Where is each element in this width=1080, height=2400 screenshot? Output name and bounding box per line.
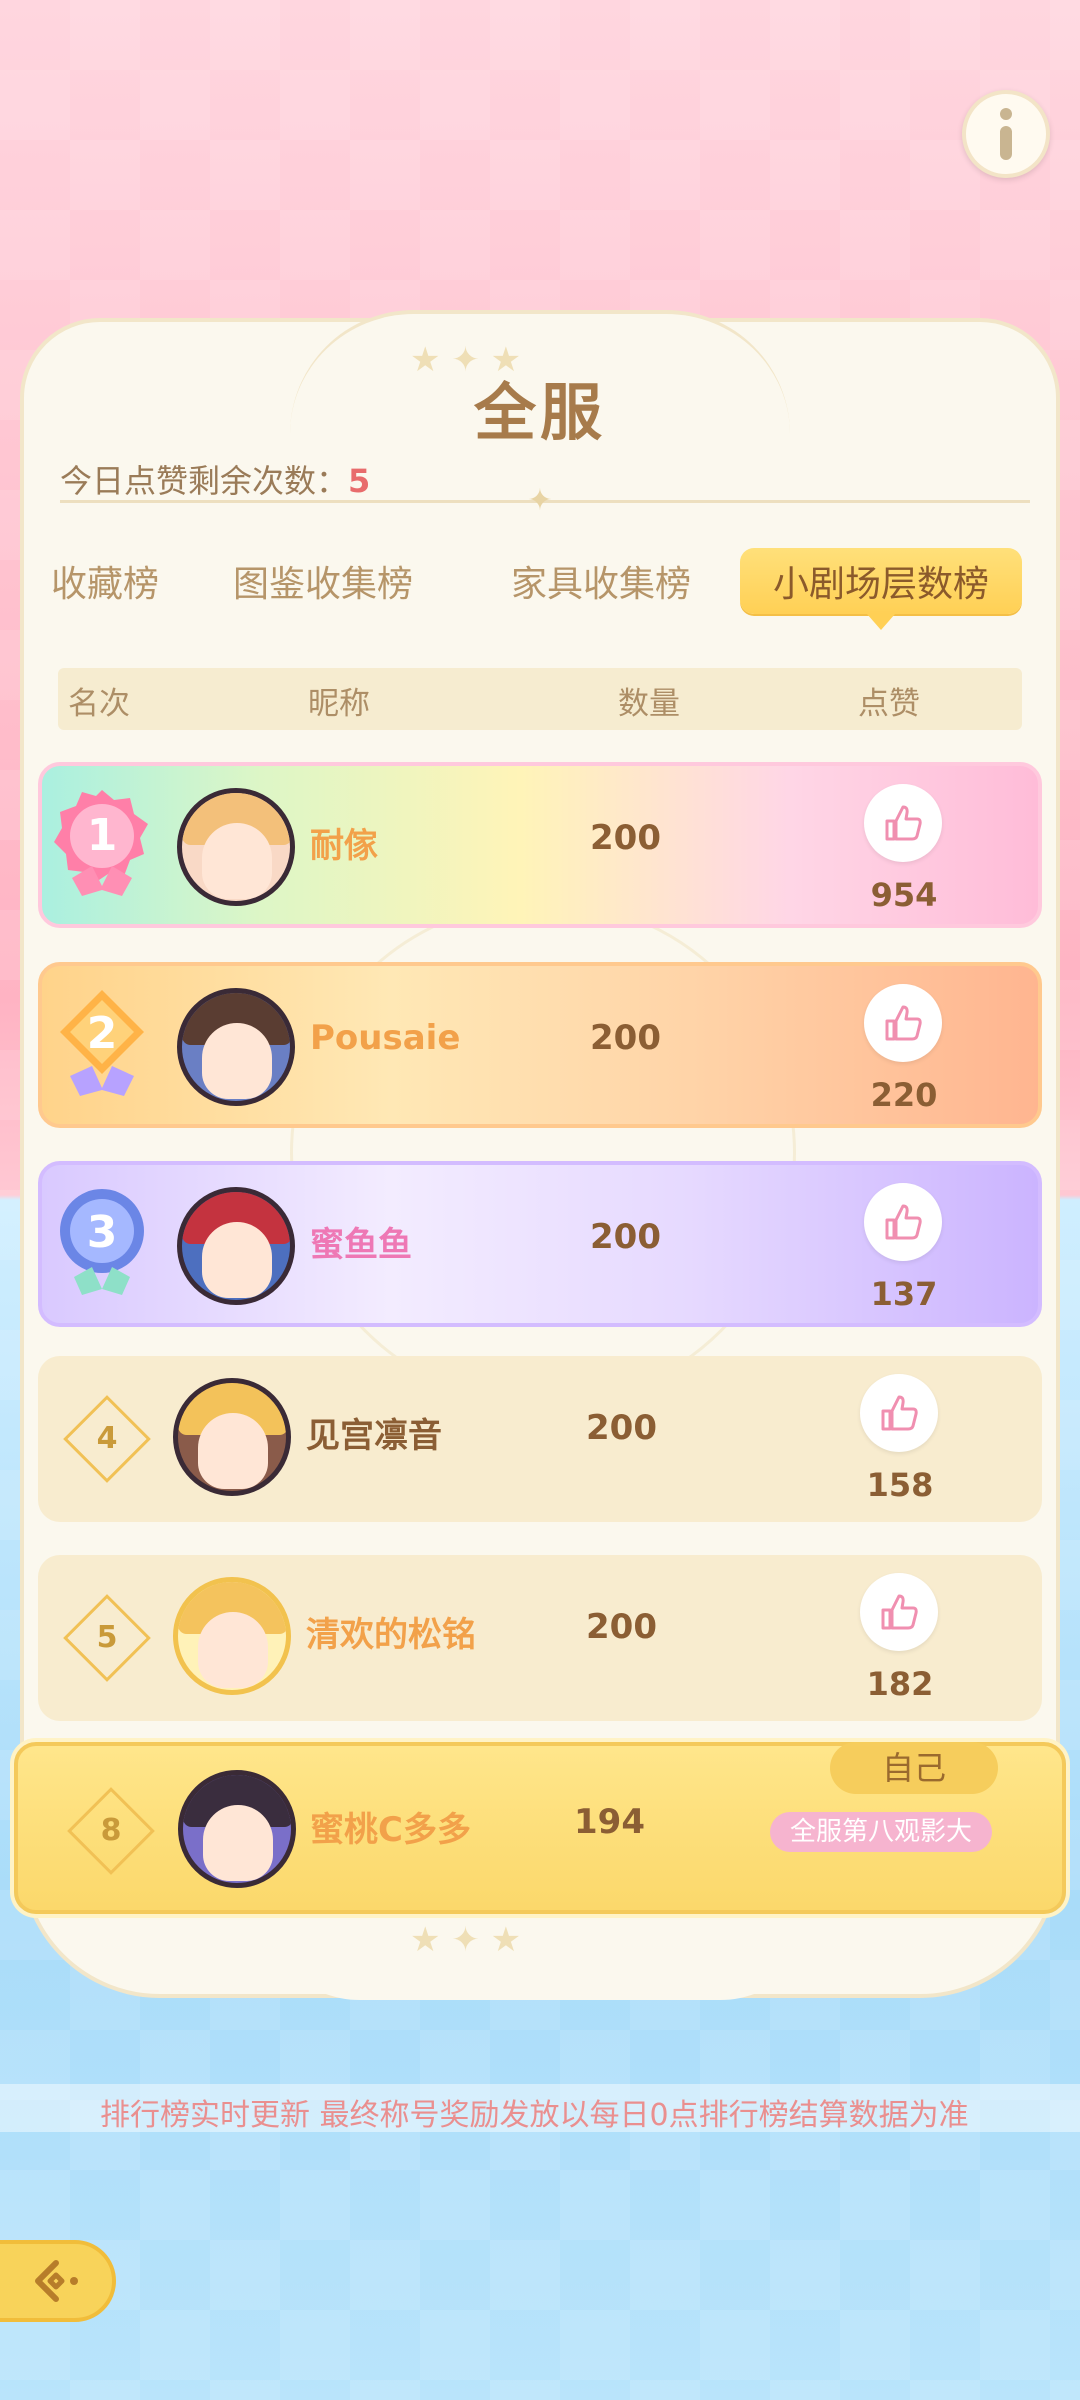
- quantity: 200: [586, 1408, 657, 1448]
- gold-medal-icon: 1: [54, 790, 148, 896]
- table-row: 5 清欢的松铭 200 182: [38, 1555, 1042, 1721]
- back-arrow-icon: [35, 2260, 78, 2302]
- likes-remaining-value: 5: [348, 462, 371, 500]
- like-count: 137: [870, 1275, 938, 1313]
- page-title: 全服: [473, 376, 606, 449]
- avatar[interactable]: [177, 1187, 295, 1305]
- like-count: 182: [866, 1665, 934, 1703]
- tab-theater[interactable]: 小剧场层数榜: [740, 548, 1022, 630]
- ticker-text: 排行榜实时更新 最终称号奖励发放以每日0点排行榜结算数据为准: [100, 2098, 969, 2133]
- info-icon: [1000, 108, 1012, 160]
- rank-2-label: 2: [87, 1008, 118, 1059]
- bronze-medal-icon: 3: [60, 1189, 144, 1295]
- self-title-badge: 全服第八观影大: [770, 1812, 992, 1852]
- self-tag: 自己: [830, 1742, 998, 1794]
- thumbs-up-icon: [881, 1395, 918, 1431]
- table-header: 名次 昵称 数量 点赞: [58, 668, 1022, 730]
- divider-star-icon: ✦: [527, 483, 553, 518]
- like-count: 220: [870, 1076, 938, 1114]
- likes-remaining-label: 今日点赞剩余次数：: [60, 462, 349, 500]
- avatar[interactable]: [173, 1378, 291, 1496]
- tab-collection[interactable]: 收藏榜: [50, 548, 160, 614]
- rank-number: 8: [100, 1813, 122, 1848]
- tab-codex[interactable]: 图鉴收集榜: [228, 548, 418, 614]
- rank-1-label: 1: [87, 810, 118, 861]
- nickname: 耐傢: [310, 826, 378, 866]
- avatar[interactable]: [173, 1577, 291, 1695]
- quantity: 200: [586, 1607, 657, 1647]
- avatar[interactable]: [177, 988, 295, 1106]
- quantity: 200: [590, 1217, 661, 1257]
- rank-number: 5: [96, 1620, 118, 1655]
- thumbs-up-icon: [885, 1005, 922, 1041]
- quantity: 200: [590, 1018, 661, 1058]
- table-row: 2 Pousaie 200 220: [38, 962, 1042, 1128]
- self-rank-row: 8 蜜桃C多多 194 自己 全服第八观影大: [14, 1742, 1066, 1914]
- nickname: 蜜鱼鱼: [310, 1225, 412, 1265]
- star-decoration: ★ ✦ ★: [410, 1920, 522, 1960]
- like-button[interactable]: [860, 1573, 938, 1651]
- thumbs-up-icon: [885, 1204, 922, 1240]
- table-row: 3 蜜鱼鱼 200 137: [38, 1161, 1042, 1327]
- like-count: 954: [870, 876, 938, 914]
- rank-3-label: 3: [87, 1207, 118, 1258]
- quantity: 194: [574, 1802, 645, 1842]
- panel-bottom-arch: [260, 1900, 820, 2000]
- quantity: 200: [590, 818, 661, 858]
- table-row: 1 耐傢 200 954: [38, 762, 1042, 928]
- column-likes: 点赞: [858, 686, 920, 722]
- info-button[interactable]: [962, 90, 1050, 178]
- nickname: 蜜桃C多多: [310, 1810, 471, 1850]
- like-button[interactable]: [864, 784, 942, 862]
- table-row: 4 见宫凛音 200 158: [38, 1356, 1042, 1522]
- tab-furniture[interactable]: 家具收集榜: [506, 548, 696, 614]
- like-button[interactable]: [864, 984, 942, 1062]
- thumbs-up-icon: [885, 805, 922, 841]
- thumbs-up-icon: [881, 1594, 918, 1630]
- like-count: 158: [866, 1466, 934, 1504]
- avatar[interactable]: [177, 788, 295, 906]
- column-rank: 名次: [68, 686, 130, 722]
- nickname: 清欢的松铭: [306, 1615, 476, 1655]
- like-button[interactable]: [860, 1374, 938, 1452]
- nickname: 见宫凛音: [306, 1416, 442, 1456]
- avatar[interactable]: [178, 1770, 296, 1888]
- rank-number: 4: [96, 1421, 118, 1456]
- notice-ticker: 排行榜实时更新 最终称号奖励发放以每日0点排行榜结算数据为准: [0, 2084, 1080, 2133]
- likes-remaining: 今日点赞剩余次数：5: [60, 456, 370, 502]
- silver-medal-icon: 2: [60, 990, 144, 1096]
- column-quantity: 数量: [618, 686, 680, 722]
- tab-bar: 收藏榜 图鉴收集榜 家具收集榜 小剧场层数榜: [0, 548, 1080, 630]
- column-nickname: 昵称: [308, 686, 370, 722]
- like-button[interactable]: [864, 1183, 942, 1261]
- nickname: Pousaie: [310, 1018, 461, 1058]
- back-button[interactable]: [0, 2240, 116, 2322]
